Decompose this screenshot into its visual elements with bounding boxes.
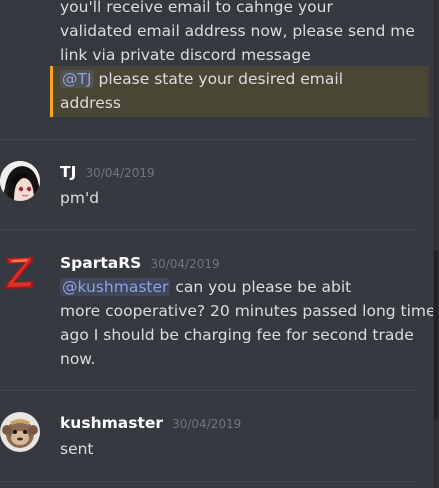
scrollbar-thumb[interactable] (434, 250, 438, 420)
message-line: you'll receive email to cahnge your (60, 0, 333, 16)
user-mention-tj[interactable]: @TJ (60, 70, 94, 88)
message-line: @TJ please state your desired email (60, 67, 343, 91)
avatar-monkey-icon (0, 412, 40, 452)
avatar-spartars[interactable] (0, 252, 40, 292)
message-line: validated email address now, please send… (60, 22, 415, 40)
message-text: pm'd (60, 189, 100, 207)
message-header: SpartaRS 30/04/2019 (60, 253, 220, 274)
avatar-anime-girl-icon (0, 161, 40, 201)
avatar-tj[interactable] (0, 161, 40, 201)
message-header: kushmaster 30/04/2019 (60, 413, 241, 434)
message-line: @kushmaster can you please be abit (60, 275, 351, 299)
user-mention-kushmaster[interactable]: @kushmaster (60, 278, 171, 296)
message-timestamp: 30/04/2019 (172, 417, 242, 431)
message-timestamp: 30/04/2019 (150, 257, 220, 271)
message-line: now. (60, 350, 96, 368)
username-spartars[interactable]: SpartaRS (60, 254, 141, 272)
avatar-kushmaster[interactable] (0, 412, 40, 452)
message-line: more cooperative? 20 minutes passed long… (60, 302, 436, 320)
message-text: can you please be abit (175, 278, 352, 296)
avatar-red-z-logo-icon (0, 252, 40, 292)
message-divider (0, 390, 416, 391)
message-timestamp: 30/04/2019 (85, 166, 155, 180)
chat-view: { "messages": { "continuation": { "lines… (0, 0, 439, 488)
message-header: TJ 30/04/2019 (60, 162, 155, 183)
message-line: ago I should be charging fee for second … (60, 326, 414, 344)
message-divider (0, 481, 416, 482)
message-line: address (60, 94, 121, 112)
message-text: please state your desired email (98, 70, 344, 88)
message-text: sent (60, 440, 94, 458)
message-divider (0, 139, 416, 140)
message-divider (0, 229, 416, 230)
message-line: link via private discord message (60, 46, 311, 64)
username-tj[interactable]: TJ (60, 163, 76, 181)
scrollbar-track[interactable] (433, 0, 439, 488)
username-kushmaster[interactable]: kushmaster (60, 414, 163, 432)
mention-highlight-bar (50, 66, 53, 117)
